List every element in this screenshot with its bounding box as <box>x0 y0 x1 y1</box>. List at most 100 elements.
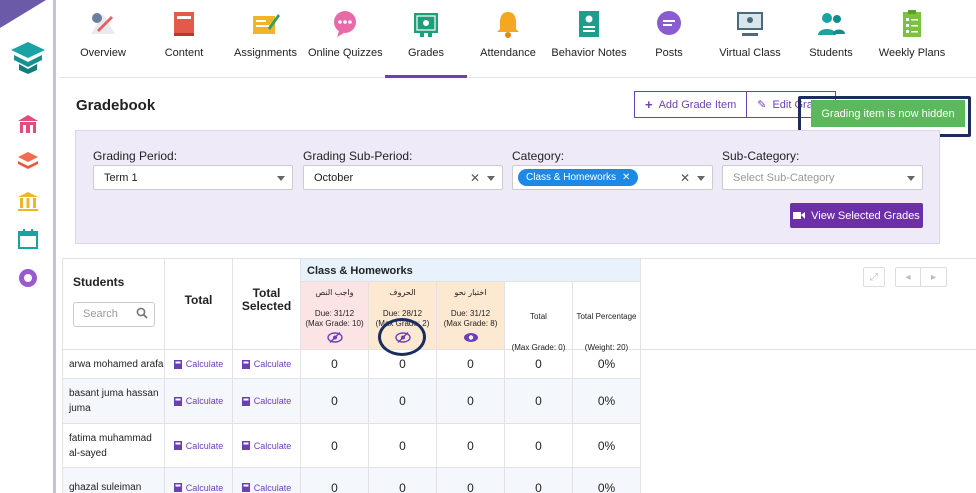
percentage-cell: 0% <box>573 468 641 493</box>
grade-column-header[interactable]: اختبار نحو Due: 31/12 (Max Grade: 8) <box>437 282 505 350</box>
calculate-link[interactable]: Calculate <box>233 379 301 424</box>
grade-cell[interactable]: 0 <box>301 350 369 379</box>
chevron-down-icon <box>697 176 705 181</box>
student-search-input[interactable]: Search <box>73 302 155 327</box>
add-grade-item-button[interactable]: + Add Grade Item <box>634 91 748 118</box>
chat-icon <box>657 11 681 35</box>
eye-icon[interactable] <box>463 332 479 343</box>
view-selected-grades-label: View Selected Grades <box>811 209 920 222</box>
category-header: Class & Homeworks <box>301 258 641 282</box>
institution-icon[interactable] <box>16 189 40 213</box>
quiz-icon <box>334 11 356 37</box>
grading-subperiod-select[interactable]: October ✕ <box>303 165 503 190</box>
grade-cell[interactable]: 0 <box>301 468 369 493</box>
calculate-link[interactable]: Calculate <box>233 424 301 468</box>
search-icon <box>136 307 148 319</box>
student-name: basant juma hassan juma <box>62 379 165 424</box>
category-select[interactable]: Class & Homeworks ✕ ✕ <box>512 165 713 190</box>
calculate-label: Calculate <box>253 396 292 406</box>
chevron-down-icon <box>487 176 495 181</box>
students-header-label: Students <box>73 275 125 289</box>
home-icon[interactable] <box>16 112 40 136</box>
nav-behavior-notes[interactable]: Behavior Notes <box>549 0 629 78</box>
grade-column-header[interactable]: واجب النص Due: 31/12 (Max Grade: 10) <box>301 282 369 350</box>
nav-virtual-class[interactable]: Virtual Class <box>709 0 791 78</box>
grade-cell[interactable]: 0 <box>369 424 437 468</box>
column-title: الحروف <box>389 288 416 297</box>
remove-tag-icon[interactable]: ✕ <box>622 172 630 183</box>
search-placeholder: Search <box>83 308 118 320</box>
grade-cell[interactable]: 0 <box>301 424 369 468</box>
nav-label: Students <box>809 47 853 59</box>
grade-cell[interactable]: 0 <box>437 468 505 493</box>
nav-students[interactable]: Students <box>791 0 871 78</box>
add-grade-item-label: Add Grade Item <box>658 98 737 111</box>
nav-label: Virtual Class <box>719 47 781 59</box>
calculate-label: Calculate <box>253 359 292 369</box>
nav-content[interactable]: Content <box>145 0 223 78</box>
grading-subperiod-value: October <box>314 171 354 184</box>
total-percentage-column-header: Total Percentage (Weight: 20) <box>573 282 641 352</box>
nav-posts[interactable]: Posts <box>629 0 709 78</box>
grade-cell: 0 <box>505 350 573 379</box>
calculate-link[interactable]: Calculate <box>233 350 301 379</box>
percentage-cell: 0% <box>573 424 641 468</box>
view-selected-grades-button[interactable]: View Selected Grades <box>790 203 923 228</box>
total-selected-header: Total Selected <box>233 258 301 350</box>
calculate-link[interactable]: Calculate <box>165 379 233 424</box>
scroll-right-button[interactable]: ▸ <box>920 267 947 287</box>
grade-cell[interactable]: 0 <box>369 468 437 493</box>
clear-icon[interactable]: ✕ <box>470 171 480 185</box>
grading-period-label: Grading Period: <box>93 149 178 163</box>
book-icon <box>174 12 194 36</box>
grade-cell[interactable]: 0 <box>437 424 505 468</box>
category-tag: Class & Homeworks ✕ <box>518 169 639 186</box>
pencil-icon: ✎ <box>757 99 767 111</box>
calculate-label: Calculate <box>253 482 292 493</box>
grade-cell[interactable]: 0 <box>369 379 437 424</box>
nav-label: Posts <box>655 47 683 59</box>
student-name: ghazal suleiman <box>62 468 165 493</box>
student-name: arwa mohamed arafa <box>62 350 165 379</box>
calculate-link[interactable]: Calculate <box>233 468 301 493</box>
nav-assignments[interactable]: Assignments <box>223 0 308 78</box>
expand-icon[interactable]: ⤢ <box>863 267 885 287</box>
nav-label: Overview <box>80 47 126 59</box>
screen-icon <box>737 12 763 36</box>
nav-attendance[interactable]: Attendance <box>467 0 549 78</box>
chevron-down-icon <box>907 176 915 181</box>
calculate-link[interactable]: Calculate <box>165 468 233 493</box>
calculator-icon <box>241 359 250 369</box>
column-due: Due: 31/12 (Max Grade: 8) <box>443 309 498 328</box>
nav-online-quizzes[interactable]: Online Quizzes <box>308 0 383 78</box>
nav-label: Attendance <box>480 47 536 59</box>
subcategory-label: Sub-Category: <box>722 149 800 163</box>
grade-cell[interactable]: 0 <box>437 350 505 379</box>
nav-grades[interactable]: Grades <box>385 0 467 78</box>
scroll-left-button[interactable]: ◂ <box>895 267 921 287</box>
subcategory-placeholder: Select Sub-Category <box>733 171 835 184</box>
table-toolbar: ⤢ ◂ ▸ <box>641 258 976 350</box>
grading-period-select[interactable]: Term 1 <box>93 165 293 190</box>
calculate-link[interactable]: Calculate <box>165 350 233 379</box>
calculator-icon <box>173 396 182 406</box>
chevron-down-icon <box>277 176 285 181</box>
percentage-cell: 0% <box>573 350 641 379</box>
app-logo[interactable] <box>9 40 47 76</box>
eye-slash-icon[interactable] <box>327 332 343 343</box>
grade-cell[interactable]: 0 <box>437 379 505 424</box>
nav-label: Behavior Notes <box>551 47 627 59</box>
layers-icon[interactable] <box>16 149 40 173</box>
support-icon[interactable] <box>16 266 40 290</box>
checklist-icon <box>903 10 921 37</box>
calculate-link[interactable]: Calculate <box>165 424 233 468</box>
grade-cell[interactable]: 0 <box>301 379 369 424</box>
nav-label: Weekly Plans <box>878 47 946 59</box>
nav-overview[interactable]: Overview <box>61 0 145 78</box>
clear-icon[interactable]: ✕ <box>680 171 690 185</box>
nav-weekly-plans[interactable]: Weekly Plans <box>871 0 953 78</box>
video-icon <box>793 212 806 219</box>
bell-icon <box>497 12 519 38</box>
subcategory-select[interactable]: Select Sub-Category <box>722 165 923 190</box>
calendar-icon[interactable] <box>16 227 40 251</box>
